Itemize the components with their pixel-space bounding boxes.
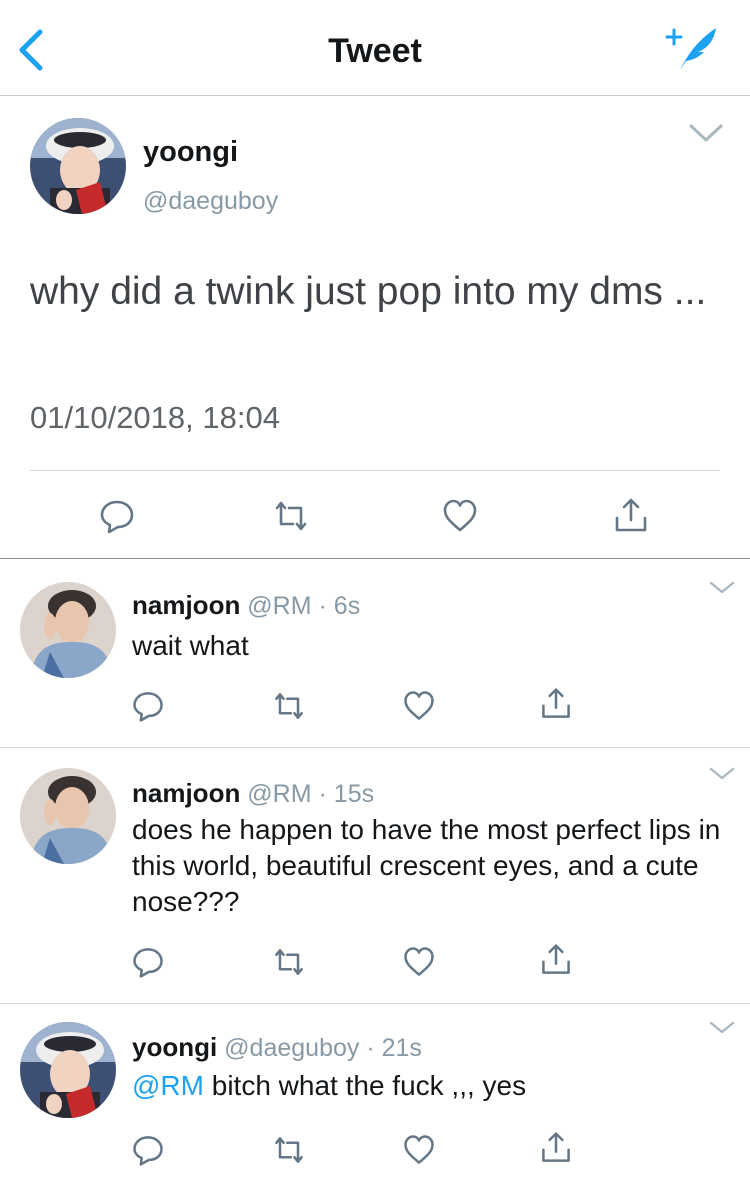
avatar[interactable] (30, 118, 126, 214)
page-title: Tweet (328, 32, 422, 70)
share-button[interactable] (538, 942, 574, 978)
author-name[interactable]: namjoon (132, 590, 240, 620)
separator-dot: · (366, 1034, 375, 1062)
retweet-icon (275, 693, 303, 719)
author-name[interactable]: yoongi (132, 1032, 217, 1062)
nav-bar: Tweet (0, 0, 750, 96)
retweet-button[interactable] (271, 688, 307, 724)
retweet-icon (275, 501, 307, 531)
mention-link[interactable]: @RM (132, 1070, 204, 1101)
compose-tweet-icon (665, 28, 716, 70)
reply-timestamp: 6s (333, 592, 361, 620)
compose-button[interactable] (664, 24, 722, 74)
share-icon (542, 944, 570, 974)
reply-tweet[interactable]: namjoon @RM · 15s does he happen to have… (0, 748, 750, 1004)
heart-icon (404, 947, 434, 976)
reply-icon (133, 1136, 163, 1166)
author-handle[interactable]: @RM (247, 780, 311, 808)
heart-icon (404, 1135, 434, 1164)
retweet-button[interactable] (271, 944, 307, 980)
reply-text: wait what (132, 628, 722, 664)
author-handle[interactable]: @daeguboy (143, 187, 278, 216)
reply-timestamp: 15s (333, 780, 375, 808)
tweet-text: why did a twink just pop into my dms ... (30, 270, 707, 313)
author-handle[interactable]: @daeguboy (224, 1034, 359, 1062)
tweet-timestamp: 01/10/2018, 18:04 (30, 400, 280, 435)
retweet-icon (275, 1137, 303, 1163)
share-icon (615, 498, 647, 532)
share-icon (542, 688, 570, 718)
reply-timestamp: 21s (381, 1034, 422, 1062)
author-name[interactable]: yoongi (143, 136, 238, 169)
reply-header: yoongi @daeguboy · 21s (132, 1032, 422, 1063)
more-options-button[interactable] (708, 580, 736, 596)
reply-body: wait what (132, 630, 249, 661)
reply-body: does he happen to have the most perfect … (132, 814, 721, 917)
share-button[interactable] (611, 496, 651, 536)
reply-text: does he happen to have the most perfect … (132, 812, 722, 920)
like-button[interactable] (401, 688, 437, 724)
retweet-icon (275, 949, 303, 975)
reply-button[interactable] (97, 496, 137, 536)
share-button[interactable] (538, 686, 574, 722)
reply-button[interactable] (130, 1132, 166, 1168)
chevron-down-icon (709, 1021, 735, 1034)
share-button[interactable] (538, 1130, 574, 1166)
avatar[interactable] (20, 768, 116, 864)
chevron-down-icon (689, 124, 723, 142)
main-tweet: yoongi @daeguboy why did a twink just po… (0, 96, 750, 559)
avatar[interactable] (20, 582, 116, 678)
reply-icon (100, 500, 134, 534)
separator-dot: · (318, 592, 327, 620)
author-name[interactable]: namjoon (132, 778, 240, 808)
like-button[interactable] (401, 944, 437, 980)
more-options-button[interactable] (688, 122, 724, 144)
more-options-button[interactable] (708, 1020, 736, 1036)
like-button[interactable] (440, 496, 480, 536)
reply-text: @RM bitch what the fuck ,,, yes (132, 1068, 722, 1104)
divider (30, 470, 720, 471)
chevron-down-icon (709, 767, 735, 780)
like-button[interactable] (401, 1132, 437, 1168)
retweet-button[interactable] (271, 1132, 307, 1168)
chevron-down-icon (709, 581, 735, 594)
more-options-button[interactable] (708, 766, 736, 782)
reply-header: namjoon @RM · 6s (132, 590, 360, 621)
heart-icon (443, 499, 477, 532)
separator-dot: · (318, 780, 327, 808)
reply-button[interactable] (130, 688, 166, 724)
reply-tweet[interactable]: yoongi @daeguboy · 21s @RM bitch what th… (0, 1004, 750, 1185)
reply-icon (133, 692, 163, 722)
reply-button[interactable] (130, 944, 166, 980)
reply-body: bitch what the fuck ,,, yes (211, 1070, 527, 1101)
reply-tweet[interactable]: namjoon @RM · 6s wait what (0, 560, 750, 748)
tweet-actions (0, 496, 750, 536)
retweet-button[interactable] (271, 496, 311, 536)
share-icon (542, 1132, 570, 1162)
reply-header: namjoon @RM · 15s (132, 778, 374, 809)
avatar[interactable] (20, 1022, 116, 1118)
author-handle[interactable]: @RM (247, 592, 311, 620)
heart-icon (404, 691, 434, 720)
reply-icon (133, 948, 163, 978)
